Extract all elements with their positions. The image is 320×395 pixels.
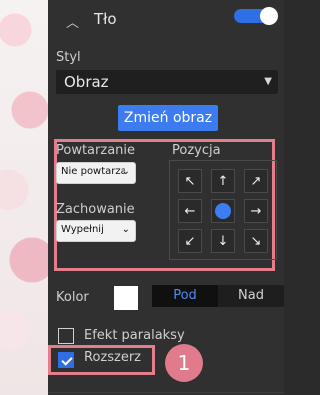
style-select[interactable]: Obraz ▼	[56, 70, 278, 94]
background-toggle[interactable]	[234, 7, 278, 25]
position-left[interactable]: ←	[178, 199, 202, 223]
position-top[interactable]: ↑	[211, 169, 235, 193]
arrow-left-icon: ←	[184, 203, 196, 219]
position-bottom[interactable]: ↓	[211, 229, 235, 253]
color-under-option[interactable]: Pod	[152, 285, 218, 307]
color-over-option[interactable]: Nad	[218, 285, 284, 307]
color-swatch[interactable]	[114, 286, 138, 310]
chevron-down-icon: ▼	[264, 76, 272, 87]
background-image-preview	[0, 0, 48, 395]
chevron-down-icon: ⌄	[121, 224, 130, 235]
behavior-select[interactable]: Wypełnij ⌄	[56, 220, 136, 242]
behavior-label: Zachowanie	[56, 202, 135, 217]
style-select-value: Obraz	[64, 73, 109, 91]
chevron-up-icon[interactable]: ︿	[66, 12, 79, 31]
style-label: Styl	[56, 50, 81, 65]
arrow-down-icon: ↓	[217, 233, 229, 249]
position-grid: ↖ ↑ ↗ ← → ↙ ↓ ↘	[169, 160, 277, 260]
color-layer-toggle: Pod Nad	[152, 285, 284, 307]
arrow-up-left-icon: ↖	[184, 173, 196, 189]
arrow-up-right-icon: ↗	[250, 173, 262, 189]
position-bottom-left[interactable]: ↙	[178, 229, 202, 253]
arrow-right-icon: →	[250, 203, 262, 219]
repeat-select-value: Nie powtarzaj	[61, 166, 125, 177]
color-label: Kolor	[56, 290, 89, 305]
position-label: Pozycja	[172, 143, 221, 158]
repeat-select[interactable]: Nie powtarzaj ⌄	[56, 162, 136, 184]
background-settings-panel: ︿ Tło Styl Obraz ▼ Zmień obraz Powtarzan…	[48, 0, 284, 395]
expand-label: Rozszerz	[84, 350, 141, 365]
center-dot-icon	[215, 203, 231, 219]
position-bottom-right[interactable]: ↘	[244, 229, 268, 253]
expand-checkbox[interactable]	[58, 352, 74, 368]
behavior-select-value: Wypełnij	[61, 224, 104, 235]
parallax-label: Efekt paralaksy	[84, 328, 185, 343]
toggle-knob	[260, 7, 278, 25]
position-center[interactable]	[211, 199, 235, 223]
chevron-down-icon: ⌄	[121, 166, 130, 177]
repeat-label: Powtarzanie	[56, 143, 136, 158]
position-top-left[interactable]: ↖	[178, 169, 202, 193]
section-title: Tło	[94, 10, 117, 28]
step-badge: 1	[165, 344, 203, 382]
arrow-up-icon: ↑	[217, 173, 229, 189]
change-image-button[interactable]: Zmień obraz	[118, 105, 218, 131]
position-right[interactable]: →	[244, 199, 268, 223]
arrow-down-left-icon: ↙	[184, 233, 196, 249]
divider	[48, 392, 284, 393]
arrow-down-right-icon: ↘	[250, 233, 262, 249]
parallax-checkbox[interactable]	[58, 328, 74, 344]
section-header[interactable]: ︿ Tło	[48, 0, 284, 40]
position-top-right[interactable]: ↗	[244, 169, 268, 193]
